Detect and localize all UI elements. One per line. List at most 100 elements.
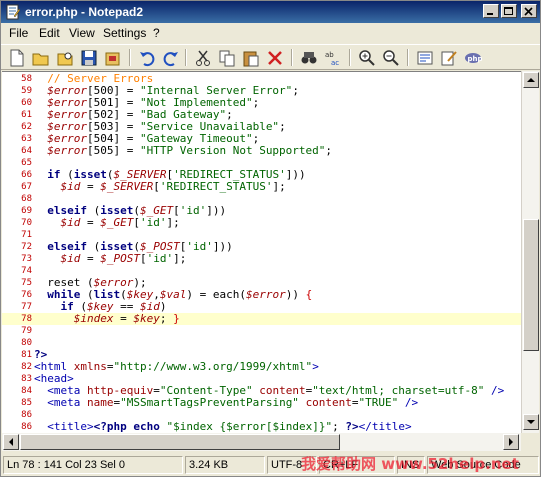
vertical-scrollbar[interactable] [521, 71, 539, 433]
code-line[interactable]: 70 $id = $_GET['id']; [2, 217, 521, 229]
arrow-left-icon [9, 438, 13, 446]
replace-button[interactable]: ab ac [323, 48, 343, 68]
close-button[interactable] [521, 4, 537, 18]
line-number: 60 [21, 98, 32, 108]
paste-button[interactable] [241, 48, 261, 68]
menu-settings[interactable]: Settings [103, 26, 146, 40]
word-wrap-button[interactable] [415, 48, 435, 68]
line-number: 86 [21, 422, 32, 432]
code-line[interactable]: 80 [2, 337, 521, 349]
menu-help[interactable]: ? [153, 26, 160, 40]
code-text: $error[505] = "HTTP Version Not Supporte… [47, 144, 333, 157]
find-button[interactable] [299, 48, 319, 68]
code-line[interactable]: 79 [2, 325, 521, 337]
save-icon [81, 50, 97, 66]
horizontal-scroll-thumb[interactable] [20, 434, 340, 450]
view-scheme-button[interactable]: php [463, 48, 483, 68]
title-bar[interactable]: error.php - Notepad2 [1, 1, 540, 23]
horizontal-scrollbar[interactable] [2, 433, 521, 451]
code-line[interactable]: 78 $index = $key; } [2, 313, 521, 325]
maximize-button[interactable] [501, 4, 517, 18]
line-number: 82 [21, 362, 32, 372]
code-text: $id = $_SERVER['REDIRECT_STATUS']; [60, 180, 286, 193]
cut-button[interactable] [193, 48, 213, 68]
code-line[interactable]: 73 $id = $_POST['id']; [2, 253, 521, 265]
scroll-right-button[interactable] [503, 434, 519, 450]
toolbar-separator [129, 49, 131, 66]
line-number: 72 [21, 242, 32, 252]
toolbar-separator [349, 49, 351, 66]
settings-button[interactable] [439, 48, 459, 68]
menu-edit[interactable]: Edit [39, 26, 60, 40]
view-scheme-icon: php [465, 53, 483, 63]
copy-button[interactable] [217, 48, 237, 68]
scroll-left-button[interactable] [3, 434, 19, 450]
window-title: error.php - Notepad2 [25, 5, 144, 19]
arrow-right-icon [509, 438, 513, 446]
watermark-text: 我爱帮助网 www.52help.net [301, 455, 519, 473]
zoom-out-icon [383, 50, 399, 66]
svg-text:php: php [468, 55, 483, 63]
line-number: 62 [21, 122, 32, 132]
code-text: <meta name="MSSmartTagsPreventParsing" c… [47, 396, 419, 409]
code-text: <html xmlns="http://www.w3.org/1999/xhtm… [34, 360, 319, 373]
code-lines: 58 // Server Errors 59 $error[500] = "Int… [2, 73, 521, 433]
paste-icon [243, 51, 259, 67]
line-number: 73 [21, 254, 32, 264]
browse-button[interactable] [55, 48, 75, 68]
scroll-down-button[interactable] [523, 414, 539, 430]
undo-icon [140, 52, 155, 67]
code-line[interactable]: 82 <html xmlns="http://www.w3.org/1999/xh… [2, 361, 521, 373]
open-file-button[interactable] [31, 48, 51, 68]
toolbar-separator [291, 49, 293, 66]
code-text: $id = $_GET['id']; [60, 216, 180, 229]
delete-icon [268, 51, 282, 65]
scrollbar-corner [521, 433, 539, 451]
browse-icon [57, 52, 73, 66]
redo-button[interactable] [161, 48, 181, 68]
line-number: 83 [21, 374, 32, 384]
menu-bar: File Edit View Settings ? [1, 23, 540, 43]
save-button[interactable] [79, 48, 99, 68]
minimize-button[interactable] [483, 4, 499, 18]
save-copy-icon [105, 52, 120, 66]
menu-view[interactable]: View [69, 26, 95, 40]
code-editor[interactable]: 58 // Server Errors 59 $error[500] = "Int… [2, 71, 521, 433]
line-number: 71 [21, 230, 32, 240]
code-line[interactable]: 64 $error[505] = "HTTP Version Not Suppo… [2, 145, 521, 157]
arrow-up-icon [527, 78, 535, 82]
line-number: 85 [21, 398, 32, 408]
code-line[interactable]: 67 $id = $_SERVER['REDIRECT_STATUS']; [2, 181, 521, 193]
svg-text:ac: ac [331, 59, 339, 67]
line-number: 76 [21, 290, 32, 300]
code-line[interactable]: 85 <meta name="MSSmartTagsPreventParsing… [2, 397, 521, 409]
scroll-up-button[interactable] [523, 72, 539, 88]
redo-icon [163, 52, 178, 67]
svg-text:ab: ab [325, 51, 334, 59]
toolbar-separator [185, 49, 187, 66]
toolbar: ab ac php [1, 44, 540, 70]
save-copy-button[interactable] [103, 48, 123, 68]
zoom-out-button[interactable] [381, 48, 401, 68]
line-number: 78 [21, 314, 32, 324]
line-number: 81 [21, 350, 32, 360]
zoom-in-button[interactable] [357, 48, 377, 68]
open-file-icon [32, 53, 49, 66]
undo-button[interactable] [137, 48, 157, 68]
word-wrap-icon [417, 51, 433, 65]
status-position: Ln 78 : 141 Col 23 Sel 0 [3, 456, 183, 474]
find-icon [301, 52, 317, 64]
line-number: 66 [21, 170, 32, 180]
minimize-icon [487, 13, 493, 15]
line-number: 70 [21, 218, 32, 228]
new-file-button[interactable] [7, 48, 27, 68]
line-number: 77 [21, 302, 32, 312]
copy-icon [219, 50, 235, 67]
code-text: $id = $_POST['id']; [60, 252, 187, 265]
new-file-icon [10, 49, 24, 67]
menu-file[interactable]: File [9, 26, 28, 40]
close-icon [524, 7, 533, 16]
delete-button[interactable] [265, 48, 285, 68]
arrow-down-icon [527, 420, 535, 424]
vertical-scroll-thumb[interactable] [523, 219, 539, 351]
